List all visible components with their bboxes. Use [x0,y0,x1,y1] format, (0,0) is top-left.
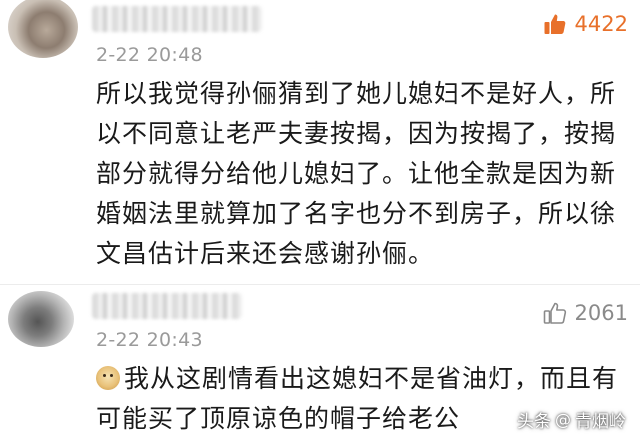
watermark-at: @ [555,410,571,429]
comment-line: 部分就得分给他儿媳妇了。让他全款是因为新 [96,159,617,188]
username-blurred[interactable] [92,293,242,319]
like-button[interactable]: 2061 [543,301,628,325]
comment-feed: 2-22 20:48 4422 所以我觉得孙俪猜到了她儿媳妇不是好人，所 以不同… [0,0,640,444]
username-blurred[interactable] [92,6,262,32]
like-button[interactable]: 4422 [543,12,628,36]
comment-item: 2-22 20:48 4422 所以我觉得孙俪猜到了她儿媳妇不是好人，所 以不同… [0,0,640,285]
comment-line: 所以我觉得孙俪猜到了她儿媳妇不是好人，所 [96,79,617,108]
comment-line: 我从这剧情看出这媳妇不是省油灯，而且有 [96,359,620,399]
comment-line-text: 我从这剧情看出这媳妇不是省油灯，而且有 [124,364,619,393]
comment-line: 以不同意让老严夫妻按揭，因为按揭了，按揭 [96,119,617,148]
doge-emoji [96,366,120,390]
watermark-prefix: 头条 [517,412,551,432]
comment-body: 所以我觉得孙俪猜到了她儿媳妇不是好人，所 以不同意让老严夫妻按揭，因为按揭了，按… [96,74,620,274]
comment-line: 文昌估计后来还会感谢孙俪。 [96,239,435,268]
comment-timestamp: 2-22 20:43 [96,329,203,351]
thumbs-up-icon [543,301,567,325]
comment-line: 婚姻法里就算加了名字也分不到房子，所以徐 [96,199,617,228]
avatar[interactable] [8,0,78,58]
comment-timestamp: 2-22 20:48 [96,44,203,66]
watermark-account: 青烟岭 [575,412,626,432]
avatar[interactable] [8,291,74,347]
watermark: 头条 @ 青烟岭 [517,407,626,432]
like-count: 4422 [574,12,628,36]
like-count: 2061 [574,301,628,325]
thumbs-up-icon [543,12,567,36]
